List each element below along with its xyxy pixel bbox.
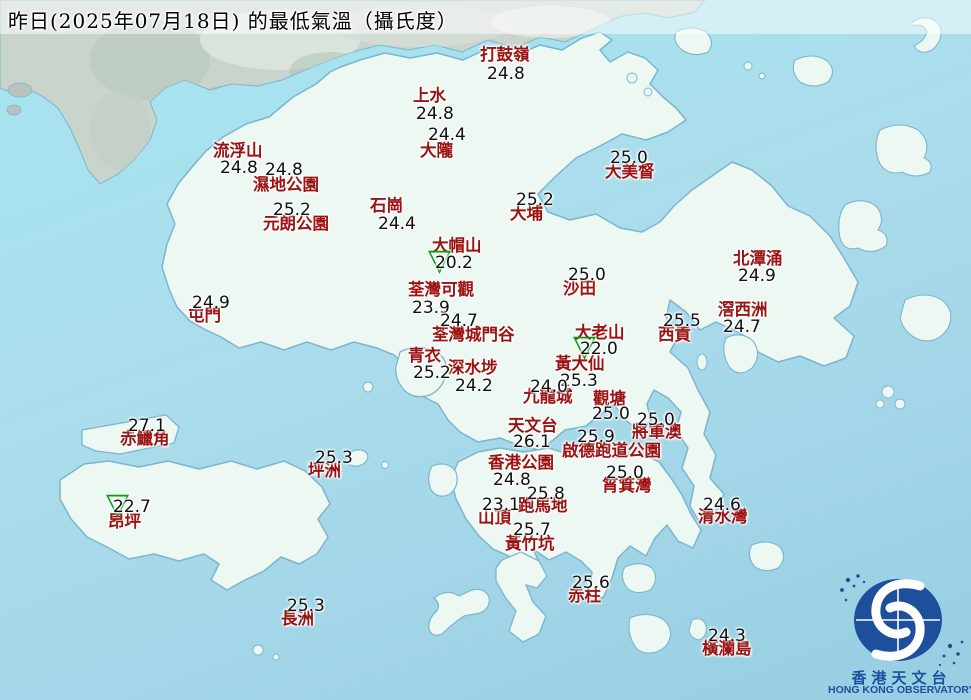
tung-lung-island — [748, 541, 785, 572]
station-value: 26.1 — [513, 432, 551, 452]
station-value: 24.2 — [455, 376, 493, 396]
station-value: 22.7 — [113, 497, 151, 517]
station-value: 24.9 — [738, 266, 776, 286]
station-name: 上水 — [413, 86, 446, 105]
station-value: 25.5 — [663, 311, 701, 331]
kau-sai-chau-island — [723, 334, 759, 374]
station-value: 24.8 — [220, 158, 258, 178]
hong-kong-base-map — [0, 0, 952, 661]
station-value: 24.7 — [440, 311, 478, 331]
station-value: 24.4 — [428, 125, 466, 145]
station-value: 25.0 — [610, 148, 648, 168]
station-value: 22.0 — [580, 339, 618, 359]
station-value: 25.2 — [413, 363, 451, 383]
map-title: 昨日(2025年07月18日) 的最低氣溫（攝氏度） — [8, 9, 458, 33]
lantau-island — [59, 460, 331, 591]
station-value: 20.2 — [435, 253, 473, 273]
station-value: 25.6 — [572, 573, 610, 593]
hko-logo: 香港天文台 HONG KONG OBSERVATORY — [828, 568, 971, 700]
station-value: 27.1 — [128, 416, 166, 436]
lamma-island — [495, 551, 548, 643]
hko-logo-en: HONG KONG OBSERVATORY — [828, 684, 971, 696]
station-value: 25.0 — [592, 404, 630, 424]
station-value: 25.3 — [287, 596, 325, 616]
station-value: 25.7 — [513, 520, 551, 540]
station-value: 25.2 — [516, 190, 554, 210]
station-value: 23.1 — [482, 495, 520, 515]
station-value: 25.2 — [273, 200, 311, 220]
station-value: 24.0 — [530, 377, 568, 397]
station-value: 25.0 — [568, 265, 606, 285]
station-value: 25.0 — [606, 463, 644, 483]
station-name: 石崗 — [370, 196, 403, 215]
station-value: 24.4 — [378, 214, 416, 234]
station-name: 大隴 — [420, 141, 453, 160]
station-name: 荃灣可觀 — [408, 280, 474, 299]
po-toi-island — [628, 613, 672, 654]
station-value: 24.6 — [703, 495, 741, 515]
hei-ling-chau-island — [428, 463, 458, 497]
station-value: 25.3 — [315, 448, 353, 468]
waglan-island — [688, 618, 707, 641]
station-value: 24.3 — [708, 626, 746, 646]
station-value: 24.8 — [416, 104, 454, 124]
weather-map: 昨日(2025年07月18日) 的最低氣溫（攝氏度） 24.8 打鼓嶺 24.8 上水… — [0, 0, 971, 700]
station-value: 24.7 — [723, 317, 761, 337]
station-value: 24.8 — [487, 64, 525, 84]
station-name: 深水埗 — [448, 358, 498, 377]
cheung-chau-island — [428, 588, 490, 636]
station-value: 25.9 — [577, 427, 615, 447]
sharp-island — [696, 353, 708, 371]
po-toi-group — [621, 563, 657, 594]
station-value: 25.0 — [637, 410, 675, 430]
station-value: 24.9 — [192, 293, 230, 313]
station-value: 25.8 — [527, 484, 565, 504]
station-value: 24.8 — [493, 470, 531, 490]
station-name: 打鼓嶺 — [480, 45, 530, 64]
station-value: 24.8 — [265, 160, 303, 180]
